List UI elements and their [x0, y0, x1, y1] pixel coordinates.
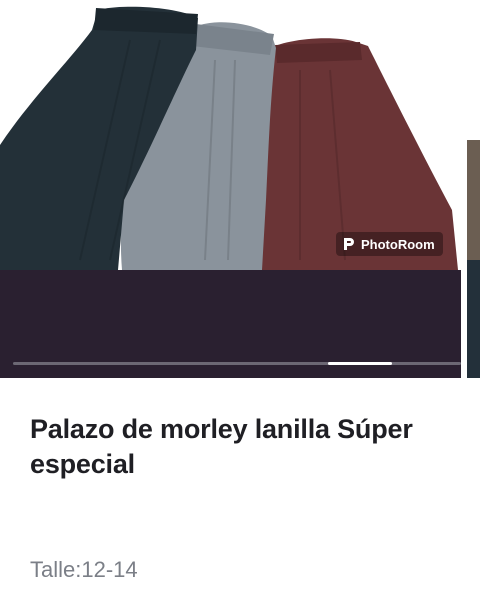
product-size-label: Talle:12-14	[30, 557, 138, 582]
photoroom-badge: PhotoRoom	[336, 232, 443, 256]
photoroom-logo-icon	[344, 238, 354, 250]
image-carousel[interactable]: PhotoRoom	[0, 0, 480, 378]
carousel-progress-indicator	[328, 362, 392, 365]
photoroom-label: PhotoRoom	[361, 236, 435, 252]
product-photo	[0, 0, 461, 270]
product-title: Palazo de morley lanilla Súper especial	[30, 414, 413, 479]
next-image-slide-peek[interactable]	[467, 0, 480, 378]
product-image-slide[interactable]: PhotoRoom	[0, 0, 461, 378]
carousel-progress-track	[13, 362, 461, 365]
